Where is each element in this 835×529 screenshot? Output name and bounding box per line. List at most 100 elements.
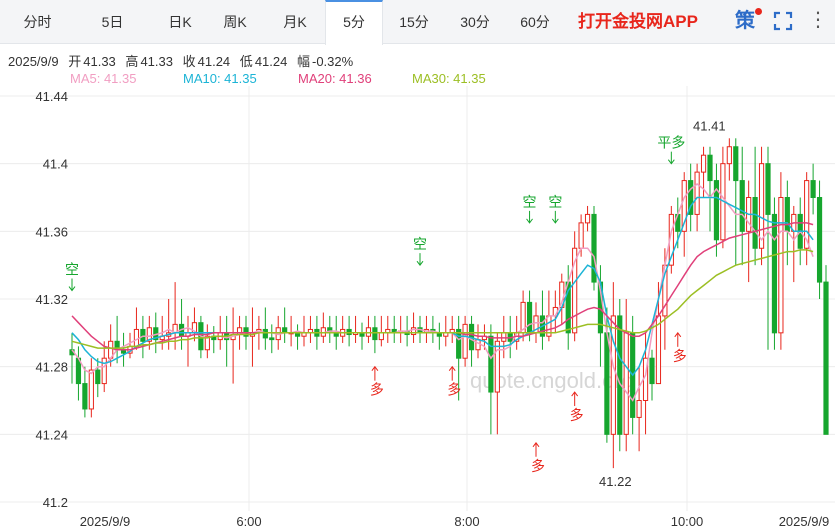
candle-body [771,213,778,334]
candle [823,265,829,435]
candle-body [82,383,88,410]
tab-weekly-k[interactable]: 周K [210,0,260,44]
candle-body [101,357,107,385]
candle [617,299,623,452]
candle-body [365,327,372,337]
candle [707,146,713,232]
candle [423,315,430,343]
period-tabbar: 分时 5日 日K 周K 月K 5分 15分 30分 60分 打开金投网APP 策… [0,0,835,45]
candle [810,163,816,215]
candle [572,231,578,342]
candle [191,307,198,342]
candle [114,315,120,364]
candlestick-chart[interactable]: quote.cngold.org 41.4441.441.3641.3241.2… [0,86,835,529]
ma10-legend: MA10: 41.35 [183,71,257,86]
long-signal: 多 [531,441,545,475]
candle [494,332,500,435]
candle-body [578,222,584,249]
candle-body [133,328,140,347]
candle-body [752,197,758,249]
fullscreen-icon[interactable] [773,11,793,31]
candle-body [726,146,732,165]
candle-body [88,369,94,410]
candles [69,138,829,469]
y-tick-label: 41.44 [35,89,68,104]
candle [172,282,178,350]
tab-15min[interactable]: 15分 [385,0,443,44]
y-axis-labels: 41.44 41.4 41.36 41.32 41.28 41.24 41.2 [35,89,68,510]
max-price-label: 41.41 [693,118,726,133]
candle-body [636,400,642,418]
short-signal: 空 [413,237,427,267]
tab-daily-k[interactable]: 日K [150,0,210,44]
candle [649,349,655,401]
candle [282,307,288,343]
open-app-link[interactable]: 打开金投网APP [578,0,698,44]
quote-date: 2025/9/9 [8,54,59,69]
candle [391,315,397,343]
x-tick-label: 8:00 [454,514,479,529]
candle [378,315,384,347]
long-signal: 多 [673,331,687,365]
candle [262,307,268,350]
candle [713,163,720,257]
candle [771,197,778,350]
tab-intraday[interactable]: 分时 [0,0,75,44]
candle [791,205,797,283]
tab-monthly-k[interactable]: 月K [265,0,325,44]
candle [359,322,365,350]
candle-body [269,337,275,341]
candle [372,315,378,354]
signal-label: 多 [673,348,687,365]
candle-body [700,154,707,173]
candle [269,324,275,354]
signal-label: 多 [447,382,461,399]
tab-60min[interactable]: 60分 [505,0,565,44]
strategy-icon[interactable]: 策 [735,8,755,34]
candle [133,307,140,350]
signal-label: 空 [413,237,427,253]
signal-label: 空 [65,263,79,279]
candle [127,332,133,359]
signal-label: 空 [548,195,562,211]
candle [758,146,765,266]
quote-summary: 2025/9/9 开 41.33 高 41.33 收 41.24 低 41.24 幅 -0… [8,51,359,70]
open-label: 开 [68,54,82,69]
candle [69,332,75,384]
ma-lines [71,183,814,402]
signal-label: 平多 [657,135,685,152]
y-tick-label: 41.36 [35,224,68,239]
candle [765,146,771,350]
candle [82,366,88,418]
y-tick-label: 41.4 [43,157,68,172]
candle [488,324,494,435]
tab-30min[interactable]: 30分 [445,0,505,44]
candle-body [617,315,623,435]
candle [475,324,481,359]
candle-body [584,213,591,224]
candle [636,366,642,452]
candle [436,322,442,350]
candle-body [501,332,507,342]
tab-5day[interactable]: 5日 [75,0,150,44]
more-icon[interactable]: ⋮ [808,8,828,32]
candle [520,290,526,342]
candle [752,146,758,266]
y-tick-label: 41.32 [35,292,68,307]
min-price-label: 41.22 [599,474,632,489]
high-value: 41.33 [140,54,173,69]
signal-label: 多 [531,458,545,475]
notification-dot [755,8,762,15]
candle [410,312,417,343]
tab-5min[interactable]: 5分 [325,0,383,45]
candle [185,315,191,367]
candle-body [475,339,481,351]
candle [178,299,185,350]
open-value: 41.33 [83,54,116,69]
candle [365,315,372,343]
candle [294,324,301,350]
candle-body [372,327,378,341]
candle-body [694,171,700,215]
candle-body [784,197,790,232]
candle [224,315,230,367]
